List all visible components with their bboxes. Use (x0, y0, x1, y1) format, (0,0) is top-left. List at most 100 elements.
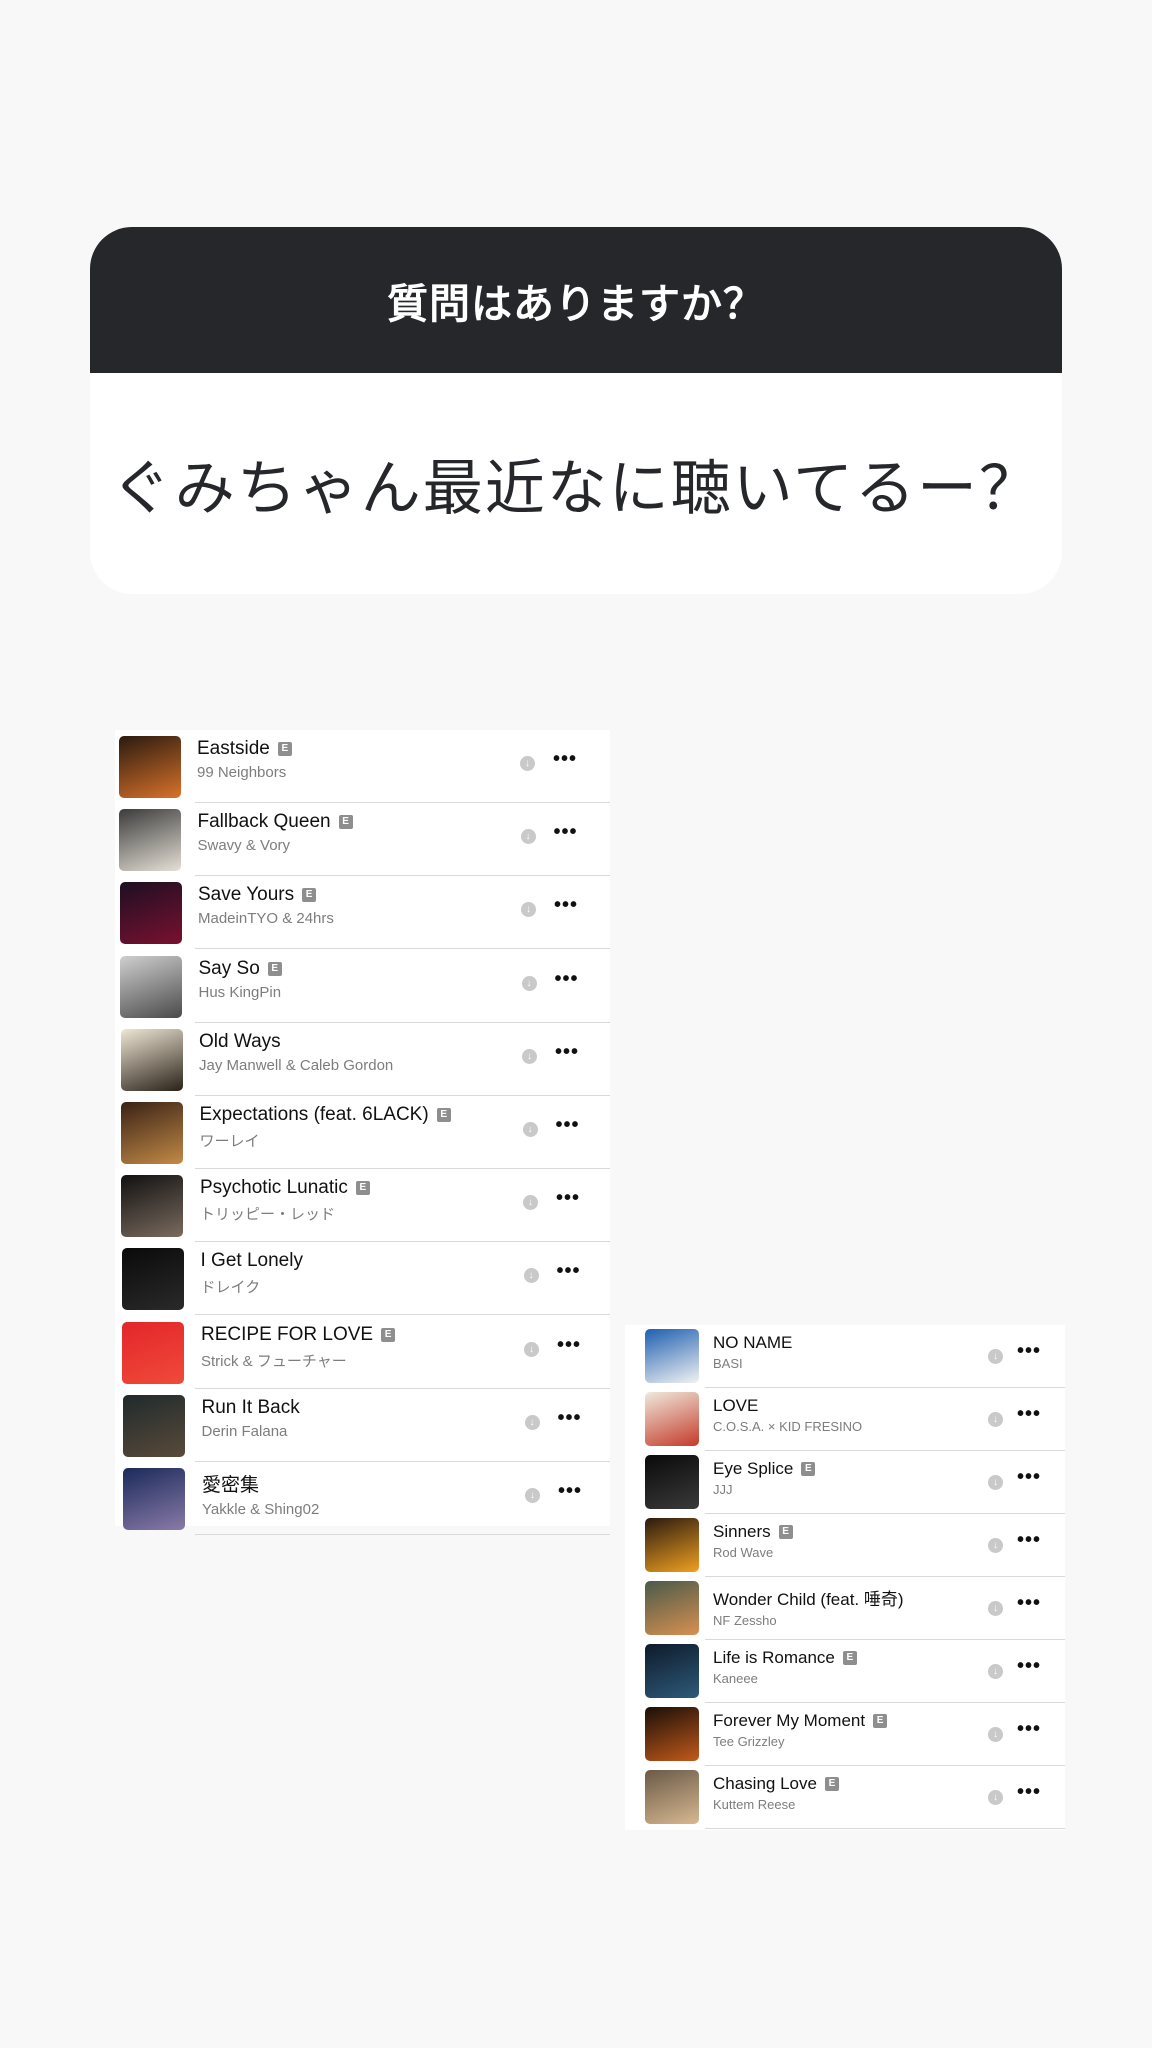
song-title: LOVE (713, 1396, 759, 1415)
download-icon[interactable]: ↓ (988, 1349, 1003, 1364)
song-row[interactable]: NO NAME BASI ↓ ••• (625, 1325, 1065, 1388)
more-options-icon[interactable]: ••• (1017, 1593, 1041, 1613)
explicit-badge: E (824, 1777, 839, 1791)
download-icon[interactable]: ↓ (988, 1538, 1003, 1553)
explicit-badge: E (778, 1525, 793, 1539)
song-row[interactable]: Forever My Moment E Tee Grizzley ↓ ••• (625, 1703, 1065, 1766)
song-row[interactable]: Psychotic Lunatic E トリッピー・レッド ↓ ••• (115, 1169, 610, 1243)
download-icon[interactable]: ↓ (523, 1268, 539, 1284)
song-title: Old Ways (199, 1030, 281, 1052)
download-icon[interactable]: ↓ (520, 829, 536, 845)
more-options-icon[interactable]: ••• (1017, 1467, 1041, 1487)
explicit-badge: E (267, 961, 282, 976)
song-row[interactable]: Sinners E Rod Wave ↓ ••• (625, 1514, 1065, 1577)
download-icon[interactable]: ↓ (988, 1412, 1003, 1427)
song-title: Eastside (197, 738, 270, 759)
download-icon[interactable]: ↓ (988, 1664, 1003, 1679)
song-artist: BASI (713, 1356, 743, 1371)
album-art (645, 1392, 699, 1446)
more-options-icon[interactable]: ••• (556, 1115, 580, 1135)
download-icon[interactable]: ↓ (988, 1601, 1003, 1616)
song-artist: C.O.S.A. × KID FRESINO (713, 1419, 863, 1434)
song-row[interactable]: LOVE C.O.S.A. × KID FRESINO ↓ ••• (625, 1388, 1065, 1451)
song-title: Run It Back (201, 1396, 300, 1418)
more-options-icon[interactable]: ••• (1017, 1782, 1041, 1802)
album-art (122, 1394, 185, 1457)
song-artist: トリッピー・レッド (200, 1206, 336, 1224)
more-options-icon[interactable]: ••• (557, 1261, 581, 1281)
more-options-icon[interactable]: ••• (1017, 1719, 1041, 1739)
song-row[interactable]: Eastside E 99 Neighbors ↓ ••• (115, 730, 610, 803)
song-title: 愛密集 (202, 1475, 260, 1496)
album-art (123, 1468, 185, 1530)
song-row[interactable]: Expectations (feat. 6LACK) E ワーレイ ↓ ••• (115, 1096, 610, 1169)
question-header: 質問はありますか？ (90, 227, 1062, 373)
download-icon[interactable]: ↓ (524, 1341, 539, 1357)
album-art (119, 736, 181, 798)
song-title: Life is Romance (713, 1648, 835, 1667)
album-art (121, 1102, 183, 1164)
song-row[interactable]: Eye Splice E JJJ ↓ ••• (625, 1451, 1065, 1514)
download-icon[interactable]: ↓ (522, 1048, 537, 1064)
song-row[interactable]: Run It Back Derin Falana ↓ ••• (115, 1389, 610, 1462)
song-row[interactable]: I Get Lonely ドレイク ↓ ••• (115, 1242, 610, 1316)
explicit-badge: E (338, 815, 353, 830)
more-options-icon[interactable]: ••• (556, 1188, 580, 1208)
song-artist: 99 Neighbors (197, 764, 287, 781)
album-art (645, 1455, 699, 1509)
download-icon[interactable]: ↓ (521, 975, 537, 991)
download-icon[interactable]: ↓ (988, 1790, 1003, 1805)
song-title: Chasing Love (713, 1774, 817, 1793)
song-list-right: NO NAME BASI ↓ ••• LOVE C.O.S.A. × KID FRESIN… (625, 1325, 1065, 1830)
song-artist: Yakkle & Shing02 (202, 1501, 320, 1518)
song-row[interactable]: Fallback Queen E Swavy & Vory ↓ ••• (115, 803, 610, 877)
more-options-icon[interactable]: ••• (558, 1408, 582, 1428)
more-options-icon[interactable]: ••• (555, 1042, 579, 1062)
explicit-badge: E (302, 888, 317, 903)
song-artist: ワーレイ (199, 1133, 260, 1150)
song-row[interactable]: Save Yours E MadeinTYO & 24hrs ↓ ••• (115, 876, 610, 950)
song-row[interactable]: Chasing Love E Kuttem Reese ↓ ••• (625, 1766, 1065, 1829)
download-icon[interactable]: ↓ (523, 1195, 538, 1211)
song-row[interactable]: Old Ways Jay Manwell & Caleb Gordon ↓ ••• (115, 1023, 610, 1096)
song-title: Forever My Moment (713, 1711, 866, 1730)
album-art (121, 1175, 184, 1238)
song-row[interactable]: RECIPE FOR LOVE E Strick & フューチャー ↓ ••• (115, 1316, 610, 1389)
song-title: Expectations (feat. 6LACK) (199, 1104, 429, 1125)
song-row[interactable]: Life is Romance E Kaneee ↓ ••• (625, 1640, 1065, 1703)
song-title: Fallback Queen (197, 811, 331, 833)
song-title: Save Yours (198, 884, 295, 906)
more-options-icon[interactable]: ••• (1017, 1341, 1041, 1361)
song-title: RECIPE FOR LOVE (201, 1323, 374, 1345)
question-title: 質問はありますか？ (387, 281, 765, 327)
question-text: ぐみちゃん最近なに聴いてるー？ (111, 455, 1041, 522)
more-options-icon[interactable]: ••• (1017, 1530, 1041, 1550)
album-art (645, 1770, 699, 1824)
song-row[interactable]: 愛密集 Yakkle & Shing02 ↓ ••• (115, 1462, 610, 1535)
more-options-icon[interactable]: ••• (557, 1335, 581, 1355)
album-art (122, 1321, 185, 1384)
song-artist: Jay Manwell & Caleb Gordon (199, 1056, 394, 1074)
more-options-icon[interactable]: ••• (555, 969, 579, 989)
download-icon[interactable]: ↓ (988, 1475, 1003, 1490)
question-sticker: 質問はありますか？ ぐみちゃん最近なに聴いてるー？ (90, 227, 1062, 594)
more-options-icon[interactable]: ••• (558, 1481, 582, 1501)
song-artist: Strick & フューチャー (201, 1352, 347, 1370)
explicit-badge: E (801, 1462, 816, 1476)
download-icon[interactable]: ↓ (520, 756, 535, 771)
album-art (119, 809, 182, 872)
album-art (645, 1518, 699, 1572)
more-options-icon[interactable]: ••• (1017, 1404, 1041, 1424)
download-icon[interactable]: ↓ (521, 902, 536, 918)
download-icon[interactable]: ↓ (524, 1414, 540, 1430)
more-options-icon[interactable]: ••• (553, 749, 577, 769)
download-icon[interactable]: ↓ (525, 1488, 540, 1503)
download-icon[interactable]: ↓ (988, 1727, 1003, 1742)
song-row[interactable]: Wonder Child (feat. 唾奇) NF Zessho ↓ ••• (625, 1577, 1065, 1640)
more-options-icon[interactable]: ••• (1017, 1656, 1041, 1676)
song-artist: JJJ (713, 1482, 733, 1497)
more-options-icon[interactable]: ••• (554, 895, 578, 915)
more-options-icon[interactable]: ••• (554, 822, 578, 842)
song-row[interactable]: Say So E Hus KingPin ↓ ••• (115, 950, 610, 1023)
download-icon[interactable]: ↓ (522, 1122, 538, 1137)
